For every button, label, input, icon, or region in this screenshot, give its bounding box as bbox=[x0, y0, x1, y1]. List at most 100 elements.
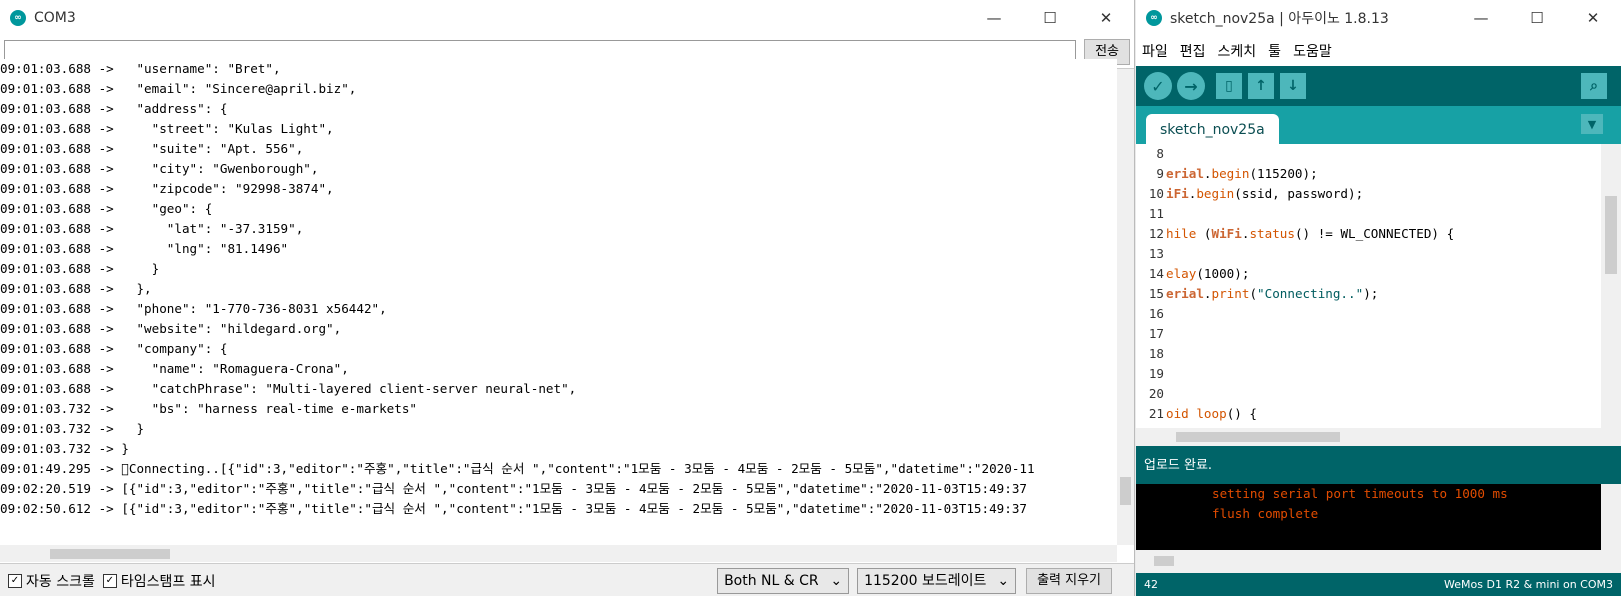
tab-sketch[interactable]: sketch_nov25a bbox=[1146, 114, 1279, 144]
timestamp-checkbox[interactable]: ✓ bbox=[102, 573, 117, 588]
serial-line: 09:01:49.295 ->  Connecting..[{"id":3,"e… bbox=[0, 461, 1035, 476]
output-vertical-scrollbar[interactable] bbox=[1601, 484, 1621, 550]
scroll-thumb[interactable] bbox=[50, 549, 170, 559]
output-horizontal-scrollbar[interactable] bbox=[1136, 550, 1621, 573]
autoscroll-checkbox[interactable]: ✓ bbox=[8, 573, 22, 588]
serial-monitor-icon[interactable]: ⌕ bbox=[1581, 73, 1607, 99]
maximize-icon[interactable]: ☐ bbox=[1509, 0, 1565, 36]
ide-footer: 42 WeMos D1 R2 & mini on COM3 bbox=[1136, 573, 1621, 596]
upload-icon[interactable]: → bbox=[1177, 72, 1205, 100]
ide-titlebar: ∞ sketch_nov25a | 아두이노 1.8.13 — ☐ ✕ bbox=[1136, 0, 1621, 36]
line-number: 8 bbox=[1156, 146, 1164, 161]
baud-rate-value: 115200 보드레이트 bbox=[864, 572, 987, 589]
code-line: elay(1000); bbox=[1166, 266, 1250, 281]
line-number: 21 bbox=[1148, 406, 1164, 421]
serial-line: 09:01:03.688 -> "geo": { bbox=[0, 201, 213, 216]
open-sketch-icon[interactable]: ↑ bbox=[1248, 73, 1274, 99]
code-line: iFi.begin(ssid, password); bbox=[1166, 186, 1364, 201]
serial-line: 09:01:03.688 -> "lat": "-37.3159", bbox=[0, 221, 304, 236]
ide-title: sketch_nov25a | 아두이노 1.8.13 bbox=[1170, 11, 1389, 27]
serial-line: 09:01:03.688 -> "lng": "81.1496" bbox=[0, 241, 289, 256]
line-number: 19 bbox=[1148, 366, 1164, 381]
serial-line: 09:02:50.612 -> [{"id":3,"editor":"주홍","… bbox=[0, 501, 1027, 516]
serial-line: 09:01:03.688 -> "city": "Gwenborough", bbox=[0, 161, 319, 176]
editor-vertical-scrollbar[interactable] bbox=[1601, 144, 1621, 428]
serial-vertical-scrollbar[interactable] bbox=[1117, 69, 1134, 545]
close-icon[interactable]: ✕ bbox=[1565, 0, 1621, 36]
line-number: 12 bbox=[1148, 226, 1164, 241]
editor-horizontal-scrollbar[interactable] bbox=[1136, 428, 1621, 446]
line-number: 11 bbox=[1148, 206, 1164, 221]
line-number: 13 bbox=[1148, 246, 1164, 261]
line-number: 20 bbox=[1148, 386, 1164, 401]
serial-line: 09:01:03.688 -> "phone": "1-770-736-8031… bbox=[0, 301, 387, 316]
arduino-ide-window: ∞ sketch_nov25a | 아두이노 1.8.13 — ☐ ✕ 파일 편… bbox=[1136, 0, 1621, 596]
serial-bottom-bar: ✓ 자동 스크롤 ✓ 타임스탬프 표시 Both NL & CR ⌄ 11520… bbox=[0, 563, 1134, 596]
scroll-thumb[interactable] bbox=[1605, 196, 1617, 274]
autoscroll-label: 자동 스크롤 bbox=[26, 573, 95, 590]
output-line: setting serial port timeouts to 1000 ms bbox=[1212, 486, 1508, 501]
ide-toolbar: ✓ → ▯ ↑ ↓ ⌕ bbox=[1136, 66, 1621, 106]
code-line: erial.begin(115200); bbox=[1166, 166, 1318, 181]
code-line: oid loop() { bbox=[1166, 406, 1258, 421]
serial-line: 09:01:03.688 -> "address": { bbox=[0, 101, 228, 116]
serial-line: 09:01:03.688 -> "username": "Bret", bbox=[0, 61, 281, 76]
serial-line: 09:01:03.732 -> "bs": "harness real-time… bbox=[0, 401, 418, 416]
compiler-output: setting serial port timeouts to 1000 ms … bbox=[1136, 484, 1601, 550]
menu-tools[interactable]: 툴 bbox=[1268, 41, 1281, 61]
line-number: 16 bbox=[1148, 306, 1164, 321]
line-number: 17 bbox=[1148, 326, 1164, 341]
scroll-thumb[interactable] bbox=[1120, 477, 1131, 505]
serial-line: 09:01:03.688 -> "suite": "Apt. 556", bbox=[0, 141, 304, 156]
serial-monitor-window: ∞ COM3 — ☐ ✕ 전송 09:01:03.688 -> "usernam… bbox=[0, 0, 1135, 596]
serial-line: 09:01:03.688 -> "website": "hildegard.or… bbox=[0, 321, 342, 336]
timestamp-label: 타임스탬프 표시 bbox=[120, 573, 216, 590]
code-line: hile (WiFi.status() != WL_CONNECTED) { bbox=[1166, 226, 1455, 241]
close-icon[interactable]: ✕ bbox=[1078, 0, 1134, 36]
minimize-icon[interactable]: — bbox=[966, 0, 1022, 36]
serial-title: COM3 bbox=[34, 10, 76, 26]
code-editor[interactable]: 8 9 10 11 12 13 14 15 16 17 18 19 20 21 erial.begin(1… bbox=[1136, 144, 1601, 428]
serial-line: 09:01:03.688 -> "company": { bbox=[0, 341, 228, 356]
serial-line: 09:01:03.688 -> "email": "Sincere@april.… bbox=[0, 81, 357, 96]
serial-line: 09:01:03.688 -> }, bbox=[0, 281, 152, 296]
serial-line: 09:01:03.688 -> "name": "Romaguera-Crona… bbox=[0, 361, 349, 376]
clear-output-button[interactable]: 출력 지우기 bbox=[1026, 567, 1112, 594]
new-sketch-icon[interactable]: ▯ bbox=[1216, 73, 1242, 99]
menu-sketch[interactable]: 스케치 bbox=[1218, 41, 1257, 61]
line-ending-select[interactable]: Both NL & CR ⌄ bbox=[717, 567, 850, 594]
serial-line: 09:02:20.519 -> [{"id":3,"editor":"주홍","… bbox=[0, 481, 1027, 496]
baud-rate-select[interactable]: 115200 보드레이트 ⌄ bbox=[857, 567, 1017, 594]
serial-line: 09:01:03.688 -> "street": "Kulas Light", bbox=[0, 121, 334, 136]
serial-line: 09:01:03.732 -> } bbox=[0, 441, 129, 456]
minimize-icon[interactable]: — bbox=[1453, 0, 1509, 36]
verify-icon[interactable]: ✓ bbox=[1144, 72, 1172, 100]
serial-horizontal-scrollbar[interactable] bbox=[0, 545, 1117, 562]
board-port-label: WeMos D1 R2 & mini on COM3 bbox=[1444, 578, 1613, 591]
line-number: 10 bbox=[1148, 186, 1164, 201]
arduino-logo-icon: ∞ bbox=[1146, 10, 1162, 26]
code-line: erial.print("Connecting.."); bbox=[1166, 286, 1379, 301]
scroll-thumb[interactable] bbox=[1154, 556, 1174, 566]
upload-status: 업로드 완료. bbox=[1136, 446, 1621, 484]
menu-edit[interactable]: 편집 bbox=[1180, 41, 1206, 61]
scroll-thumb[interactable] bbox=[1176, 432, 1340, 442]
maximize-icon[interactable]: ☐ bbox=[1022, 0, 1078, 36]
line-number: 18 bbox=[1148, 346, 1164, 361]
cursor-line-number: 42 bbox=[1144, 578, 1158, 591]
save-sketch-icon[interactable]: ↓ bbox=[1280, 73, 1306, 99]
ide-tabbar: sketch_nov25a ▼ bbox=[1136, 106, 1621, 144]
tab-menu-icon[interactable]: ▼ bbox=[1581, 114, 1603, 134]
menu-help[interactable]: 도움말 bbox=[1293, 41, 1332, 61]
chevron-down-icon: ⌄ bbox=[997, 572, 1010, 589]
line-number: 14 bbox=[1148, 266, 1164, 281]
serial-titlebar: ∞ COM3 — ☐ ✕ bbox=[0, 0, 1134, 36]
menu-file[interactable]: 파일 bbox=[1142, 41, 1168, 61]
code-lines: erial.begin(115200); iFi.begin(ssid, pas… bbox=[1166, 144, 1454, 424]
